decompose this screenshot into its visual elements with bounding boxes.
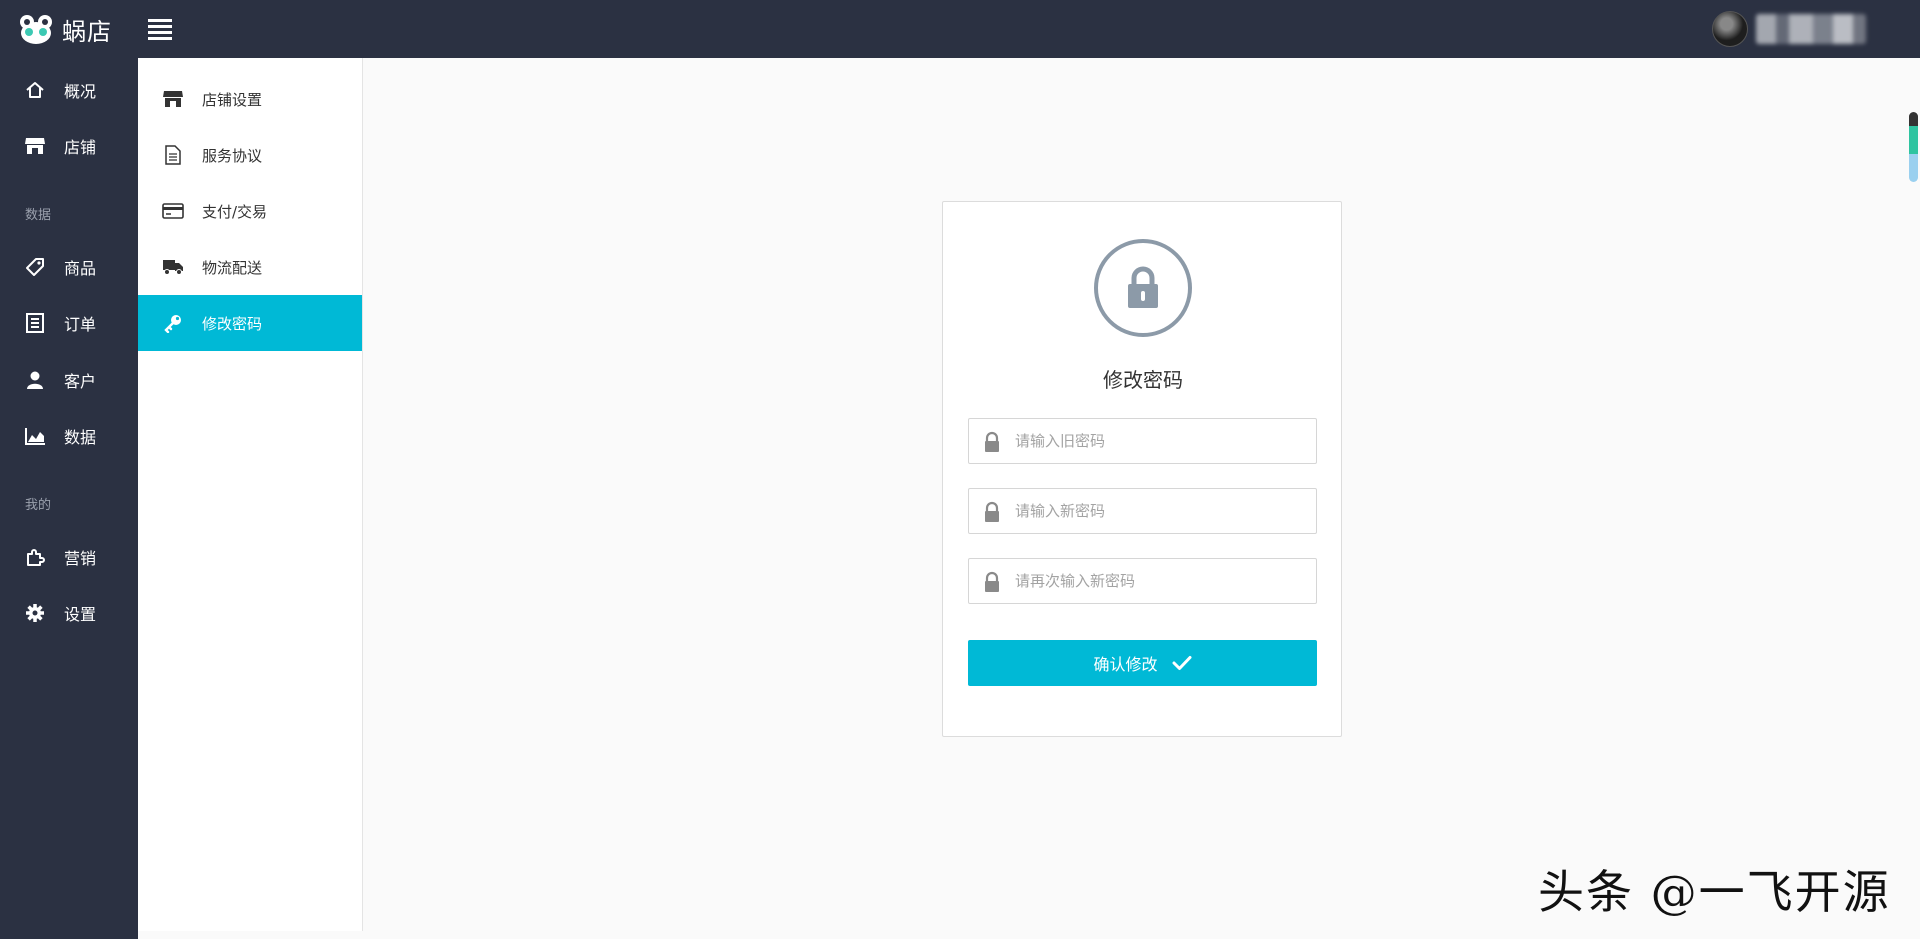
home-icon <box>24 79 46 101</box>
list-icon <box>24 312 46 334</box>
sidebar-item-marketing[interactable]: 营销 <box>0 537 138 577</box>
sidebar-group-label: 我的 <box>25 498 52 513</box>
app-name: 蜗店 <box>62 17 112 46</box>
sidebar-item-label: 数据 <box>64 428 97 447</box>
sidebar-item-products[interactable]: 商品 <box>0 247 138 287</box>
watermark: 头条 @一飞开源 <box>1538 865 1891 919</box>
document-icon <box>162 144 184 166</box>
lock-icon <box>985 501 999 522</box>
sidebar-item-settings[interactable]: 设置 <box>0 593 138 633</box>
sidebar-item-label: 设置 <box>64 605 97 624</box>
credit-card-icon <box>162 200 184 222</box>
old-password-input[interactable] <box>1015 419 1310 463</box>
gear-icon <box>24 602 46 624</box>
subnav-item-change-password[interactable]: 修改密码 <box>138 295 362 351</box>
subnav-item-label: 修改密码 <box>202 314 263 333</box>
new-password-input[interactable] <box>1015 489 1310 533</box>
sidebar-group-label: 数据 <box>25 208 52 223</box>
subnav-item-label: 支付/交易 <box>202 202 268 221</box>
primary-sidebar: 概况 店铺 数据 商品 订单 客户 数据 我的 营销 设置 <box>0 58 138 939</box>
subnav-item-payment[interactable]: 支付/交易 <box>138 183 362 239</box>
card-title: 修改密码 <box>1103 368 1183 392</box>
sidebar-item-label: 商品 <box>64 259 97 278</box>
logo-icon <box>18 13 56 45</box>
scroll-indicator[interactable] <box>1909 112 1918 182</box>
avatar[interactable] <box>1712 11 1748 47</box>
sidebar-item-data[interactable]: 数据 <box>0 416 138 456</box>
sidebar-item-label: 订单 <box>64 315 97 334</box>
confirm-password-field[interactable] <box>968 558 1317 604</box>
puzzle-icon <box>24 546 46 568</box>
key-icon <box>162 312 184 334</box>
area-chart-icon <box>24 425 46 447</box>
lock-icon <box>1094 239 1192 337</box>
confirm-change-label: 确认修改 <box>1093 655 1158 674</box>
subnav-item-service-agreement[interactable]: 服务协议 <box>138 127 362 183</box>
sidebar-item-label: 营销 <box>64 549 97 568</box>
new-password-field[interactable] <box>968 488 1317 534</box>
sidebar-item-store[interactable]: 店铺 <box>0 126 138 166</box>
settings-sidebar: 店铺设置 服务协议 支付/交易 物流配送 修改密码 <box>138 58 363 931</box>
store-icon <box>162 88 184 110</box>
subnav-item-label: 店铺设置 <box>202 90 263 109</box>
change-password-card: 修改密码 确认修改 <box>942 201 1342 737</box>
subnav-item-store-settings[interactable]: 店铺设置 <box>138 71 362 127</box>
lock-icon <box>985 431 999 452</box>
sidebar-item-customers[interactable]: 客户 <box>0 360 138 400</box>
sidebar-item-label: 店铺 <box>64 138 97 157</box>
subnav-item-label: 物流配送 <box>202 258 263 277</box>
sidebar-item-overview[interactable]: 概况 <box>0 70 138 110</box>
sidebar-item-label: 概况 <box>64 82 97 101</box>
username-blurred[interactable] <box>1756 14 1866 44</box>
lock-icon <box>985 571 999 592</box>
store-icon <box>24 135 46 157</box>
user-icon <box>24 369 46 391</box>
confirm-password-input[interactable] <box>1015 559 1310 603</box>
confirm-change-button[interactable]: 确认修改 <box>968 640 1317 686</box>
sidebar-item-orders[interactable]: 订单 <box>0 303 138 343</box>
subnav-item-logistics[interactable]: 物流配送 <box>138 239 362 295</box>
hamburger-icon[interactable] <box>148 19 172 40</box>
check-icon <box>1172 656 1191 670</box>
top-bar: 蜗店 <box>0 0 1920 58</box>
subnav-item-label: 服务协议 <box>202 146 263 165</box>
old-password-field[interactable] <box>968 418 1317 464</box>
truck-icon <box>162 256 184 278</box>
sidebar-item-label: 客户 <box>64 372 97 391</box>
tag-icon <box>24 256 46 278</box>
app-logo[interactable]: 蜗店 <box>18 12 112 46</box>
